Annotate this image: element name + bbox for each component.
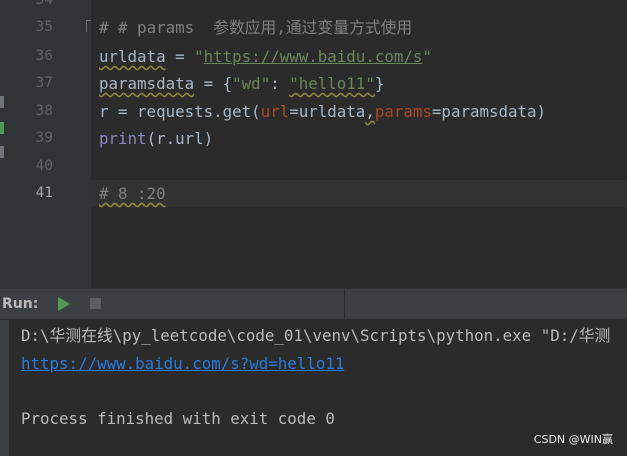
strip-marker-icon[interactable] [0, 96, 4, 108]
line-number: 41 [35, 185, 53, 201]
line-number: 37 [35, 75, 53, 91]
line-number: 38 [35, 103, 53, 119]
code-line-39: print(r.url) [99, 125, 213, 152]
code-line-38: r = requests.get(url=urldata,params=para… [99, 98, 546, 125]
left-tool-strip [0, 0, 9, 288]
code-text: r = requests.get( [99, 102, 261, 121]
line-number: 40 [35, 158, 53, 174]
line-number-gutter: 34 35 36 37 38 39 40 41 [9, 0, 91, 288]
line-number: 36 [35, 48, 53, 64]
string-url: https://www.baidu.com/s [203, 47, 423, 66]
watermark: CSDN @WIN赢 [533, 433, 613, 446]
console-command-line: D:\华测在线\py_leetcode\code_01\venv\Scripts… [21, 326, 611, 345]
keyword-arg: params [374, 102, 432, 121]
run-toolbar: Run: [0, 289, 627, 320]
line-number: 34 [35, 0, 53, 8]
operator-token: = { [194, 74, 233, 93]
line-number: 39 [35, 130, 53, 146]
code-line-41: # 8 :20 [99, 180, 166, 207]
string-quote: " [194, 47, 204, 66]
strip-marker-icon[interactable] [0, 146, 4, 158]
comment-token: # [99, 18, 109, 37]
variable-token: paramsdata [99, 74, 195, 93]
colon-token: : [270, 74, 290, 93]
code-text: =paramsdata) [431, 102, 547, 121]
console-output-link[interactable]: https://www.baidu.com/s?wd=hello11 [21, 350, 344, 378]
run-label: Run: [2, 296, 39, 312]
comment-text: # 8 :20 [99, 184, 166, 203]
play-icon[interactable] [58, 297, 70, 311]
string-value: "hello11" [289, 74, 375, 93]
console-exit-message: Process finished with exit code 0 [21, 409, 335, 428]
brace-token: } [374, 74, 385, 93]
line-number: 35 [35, 19, 53, 35]
variable-token: urldata [99, 47, 166, 66]
code-text: =urldata [289, 102, 366, 121]
code-editor[interactable]: # # params 参数应用,通过变量方式使用 urldata = "http… [91, 0, 627, 288]
stop-icon[interactable] [90, 298, 101, 309]
current-line-highlight [91, 180, 627, 207]
string-quote: " [422, 47, 432, 66]
code-line-36: urldata = "https://www.baidu.com/s" [99, 43, 432, 70]
code-line-37: paramsdata = {"wd": "hello11"} [99, 70, 384, 97]
comment-token: # [118, 18, 128, 37]
string-key: "wd" [232, 74, 271, 93]
comment-text: params 参数应用,通过变量方式使用 [127, 18, 413, 37]
code-text: (r.url) [146, 129, 214, 148]
builtin-function: print [99, 129, 147, 148]
keyword-arg: url [260, 102, 290, 121]
comma-token: , [365, 102, 375, 121]
console-side-strip [0, 320, 9, 456]
code-line-35: # # params 参数应用,通过变量方式使用 [99, 14, 412, 41]
toolbar-separator [344, 289, 345, 319]
operator-token: = [165, 47, 195, 66]
strip-marker-icon[interactable] [0, 122, 4, 134]
